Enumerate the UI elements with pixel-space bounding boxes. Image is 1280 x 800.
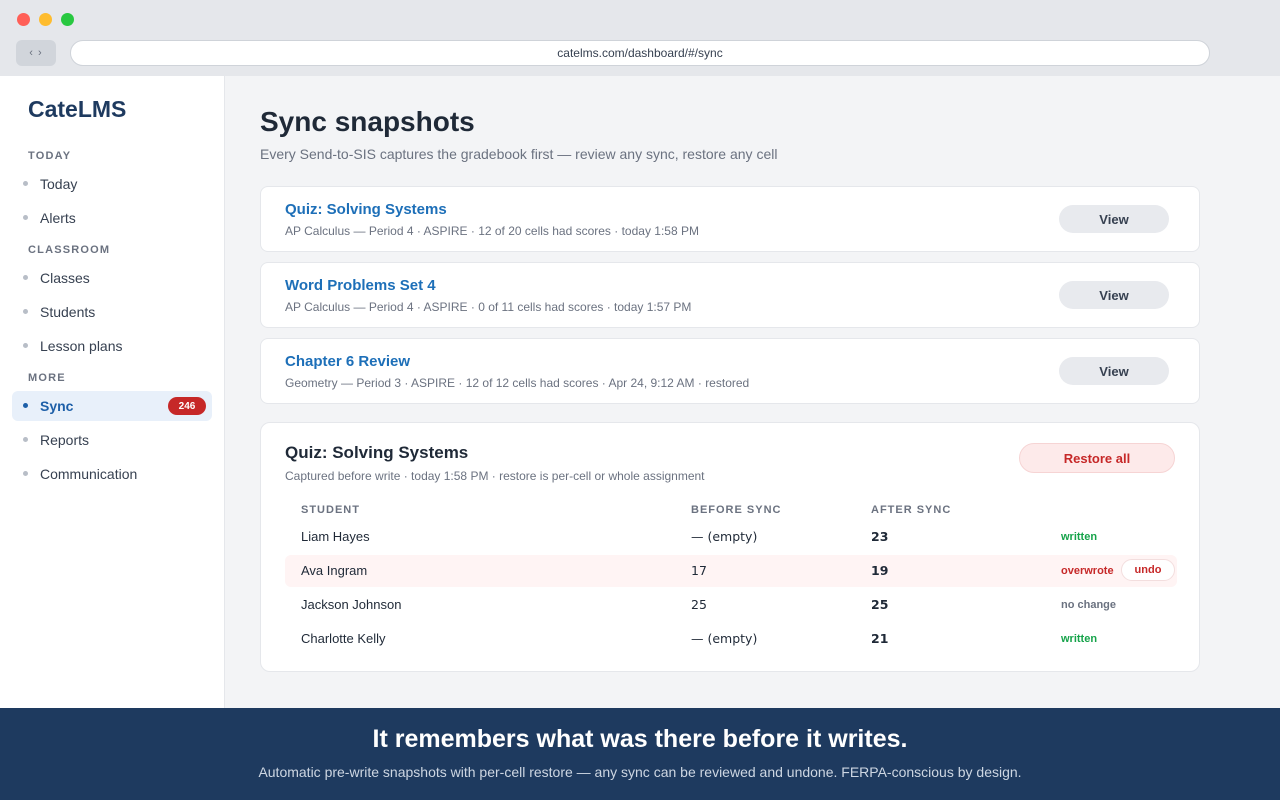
sidebar-item-label: Lesson plans xyxy=(40,338,123,354)
table-row: Ava Ingram 17 19 overwrote undo xyxy=(285,555,1177,587)
table-row: Charlotte Kelly — (empty) 21 written xyxy=(285,623,1177,655)
sidebar-item-reports[interactable]: Reports xyxy=(12,425,212,455)
close-window-icon[interactable] xyxy=(17,13,30,26)
snapshot-title-link[interactable]: Chapter 6 Review xyxy=(285,353,410,370)
bullet-icon xyxy=(23,275,28,280)
sidebar-item-label: Reports xyxy=(40,432,90,448)
after-value: 21 xyxy=(871,631,889,646)
column-header-student: STUDENT xyxy=(301,504,360,516)
maximize-window-icon[interactable] xyxy=(61,13,74,26)
sidebar-item-students[interactable]: Students xyxy=(12,297,212,327)
snapshot-meta: Geometry — Period 3 · ASPIRE · 12 of 12 … xyxy=(285,376,750,390)
bullet-icon xyxy=(23,181,28,186)
student-name: Jackson Johnson xyxy=(301,597,402,612)
sidebar-section-classroom: CLASSROOM xyxy=(28,244,111,256)
status-label: written xyxy=(1061,531,1098,543)
status-label: overwrote xyxy=(1061,565,1114,577)
status-label: no change xyxy=(1061,599,1117,611)
sidebar-item-label: Today xyxy=(40,176,78,192)
sidebar-item-classes[interactable]: Classes xyxy=(12,263,212,293)
snapshot-meta: AP Calculus — Period 4 · ASPIRE · 0 of 1… xyxy=(285,300,692,314)
snapshot-detail-panel: Quiz: Solving Systems Captured before wr… xyxy=(260,422,1200,672)
back-forward-button[interactable]: ‹ › xyxy=(16,40,56,66)
snapshot-title-link[interactable]: Word Problems Set 4 xyxy=(285,277,436,294)
sidebar-item-label: Students xyxy=(40,304,96,320)
sidebar-item-sync[interactable]: Sync 246 xyxy=(12,391,212,421)
bullet-icon xyxy=(23,215,28,220)
student-name: Liam Hayes xyxy=(301,529,370,544)
after-value: 25 xyxy=(871,597,889,612)
table-row: Jackson Johnson 25 25 no change xyxy=(285,589,1177,621)
banner-subtitle: Automatic pre-write snapshots with per-c… xyxy=(258,764,1022,780)
after-value: 19 xyxy=(871,563,889,578)
sidebar-item-communication[interactable]: Communication xyxy=(12,459,212,489)
before-value: 17 xyxy=(691,563,707,578)
brand-logo[interactable]: CateLMS xyxy=(28,96,126,123)
before-value: 25 xyxy=(691,597,707,612)
sidebar-section-more: MORE xyxy=(28,372,66,384)
view-button[interactable]: View xyxy=(1059,281,1169,309)
column-header-before: BEFORE SYNC xyxy=(691,504,782,516)
sidebar: CateLMS TODAY Today Alerts CLASSROOM Cla… xyxy=(0,76,225,708)
snapshot-card: Chapter 6 Review Geometry — Period 3 · A… xyxy=(260,338,1200,404)
sidebar-section-today: TODAY xyxy=(28,150,72,162)
bullet-icon xyxy=(23,437,28,442)
detail-meta: Captured before write · today 1:58 PM · … xyxy=(285,469,705,483)
page-title: Sync snapshots xyxy=(260,106,475,137)
restore-all-button[interactable]: Restore all xyxy=(1019,443,1175,473)
address-bar[interactable]: catelms.com/dashboard/#/sync xyxy=(70,40,1210,66)
sync-count-badge: 246 xyxy=(168,397,206,415)
view-button[interactable]: View xyxy=(1059,357,1169,385)
student-name: Charlotte Kelly xyxy=(301,631,386,646)
after-value: 23 xyxy=(871,529,889,544)
before-value: — (empty) xyxy=(691,529,758,544)
view-button[interactable]: View xyxy=(1059,205,1169,233)
snapshot-card: Quiz: Solving Systems AP Calculus — Peri… xyxy=(260,186,1200,252)
sidebar-item-label: Alerts xyxy=(40,210,76,226)
bullet-icon xyxy=(23,471,28,476)
detail-title: Quiz: Solving Systems xyxy=(285,443,469,462)
main-content: Sync snapshots Every Send-to-SIS capture… xyxy=(226,76,1280,708)
bullet-icon xyxy=(23,403,28,408)
sidebar-item-alerts[interactable]: Alerts xyxy=(12,203,212,233)
marketing-banner: It remembers what was there before it wr… xyxy=(0,708,1280,800)
sidebar-item-label: Communication xyxy=(40,466,138,482)
bullet-icon xyxy=(23,309,28,314)
sidebar-item-label: Sync xyxy=(40,398,74,414)
status-label: written xyxy=(1061,633,1098,645)
student-name: Ava Ingram xyxy=(301,563,368,578)
banner-title: It remembers what was there before it wr… xyxy=(372,725,908,753)
snapshot-title-link[interactable]: Quiz: Solving Systems xyxy=(285,201,447,218)
sidebar-item-label: Classes xyxy=(40,270,90,286)
sidebar-item-today[interactable]: Today xyxy=(12,169,212,199)
snapshot-card: Word Problems Set 4 AP Calculus — Period… xyxy=(260,262,1200,328)
minimize-window-icon[interactable] xyxy=(39,13,52,26)
table-row: Liam Hayes — (empty) 23 written xyxy=(285,521,1177,553)
sidebar-item-lesson-plans[interactable]: Lesson plans xyxy=(12,331,212,361)
bullet-icon xyxy=(23,343,28,348)
page-subtitle: Every Send-to-SIS captures the gradebook… xyxy=(260,146,778,162)
snapshot-meta: AP Calculus — Period 4 · ASPIRE · 12 of … xyxy=(285,224,699,238)
undo-button[interactable]: undo xyxy=(1121,559,1175,581)
browser-chrome: ‹ › catelms.com/dashboard/#/sync xyxy=(0,0,1280,76)
before-value: — (empty) xyxy=(691,631,758,646)
column-header-after: AFTER SYNC xyxy=(871,504,952,516)
